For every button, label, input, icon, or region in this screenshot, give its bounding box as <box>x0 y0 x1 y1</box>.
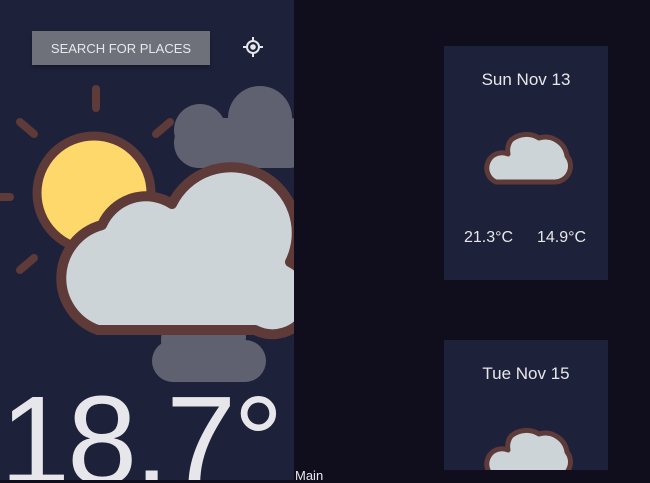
sidebar: SEARCH FOR PLACES 18.7° <box>0 0 294 480</box>
forecast-date: Tue Nov 15 <box>482 364 570 383</box>
crosshair-icon <box>243 37 263 57</box>
sun-behind-clouds-icon <box>0 85 294 382</box>
current-temperature: 18.7° <box>0 370 284 481</box>
cloud-icon <box>484 427 573 470</box>
current-location-button[interactable] <box>238 32 268 62</box>
cloud-icon <box>484 131 573 185</box>
forecast-min-temp: 14.9°C <box>537 229 587 246</box>
forecast-date: Sun Nov 13 <box>481 70 571 89</box>
search-places-button[interactable]: SEARCH FOR PLACES <box>32 31 210 65</box>
forecast-card: Sun Nov 13 21.3°C 14.9°C <box>444 46 608 280</box>
forecast-card: Tue Nov 15 <box>444 340 608 470</box>
forecast-max-temp: 21.3°C <box>464 229 514 246</box>
main-label: Main <box>295 468 324 483</box>
